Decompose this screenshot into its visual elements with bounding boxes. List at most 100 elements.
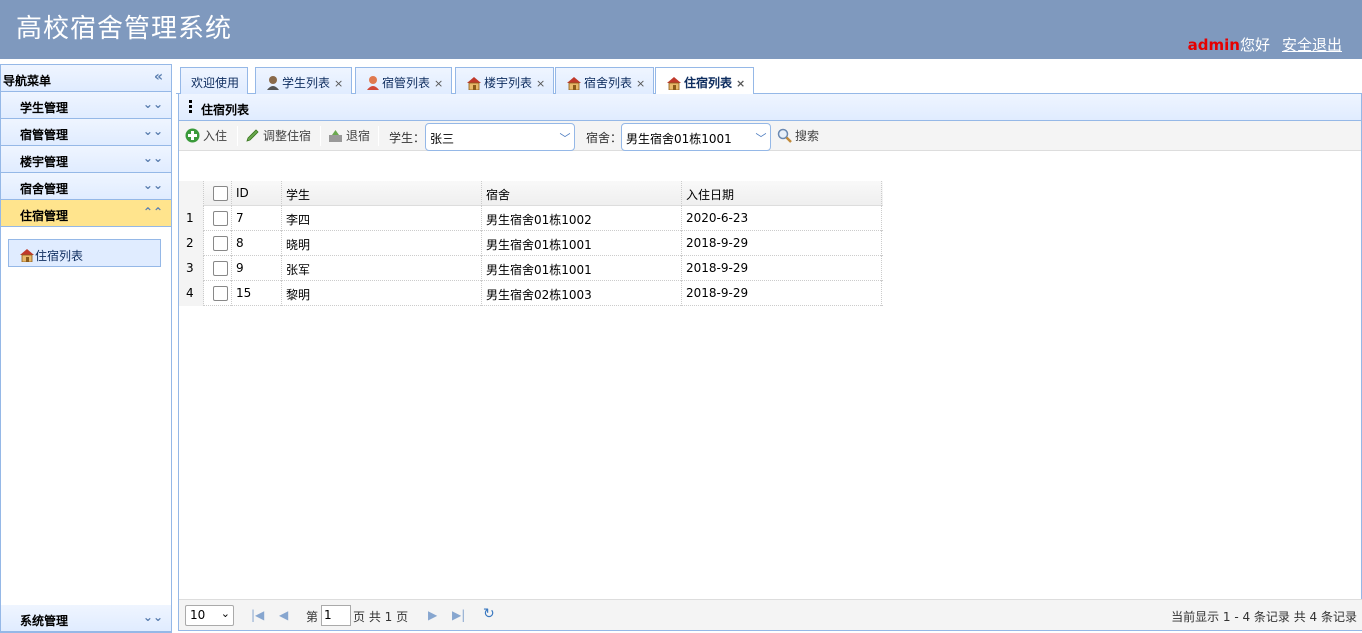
sidebar-item-label: 宿管管理 bbox=[20, 128, 69, 142]
sidebar-item-label: 系统管理 bbox=[20, 614, 69, 628]
page-prefix: 第 bbox=[306, 610, 319, 624]
checkin-button[interactable]: 入住 bbox=[185, 127, 227, 144]
sidebar-item-dorm[interactable]: 宿舍管理 ⌄⌄ bbox=[1, 173, 171, 200]
search-icon bbox=[777, 128, 795, 143]
refresh-icon[interactable]: ↻ bbox=[483, 606, 495, 622]
cell-date: 2018-9-29 bbox=[682, 256, 882, 281]
house-icon bbox=[666, 76, 684, 91]
app-header: 高校宿舍管理系统 admin您好 安全退出 bbox=[0, 0, 1362, 59]
adjust-label: 调整住宿 bbox=[263, 129, 312, 143]
double-chevron-down-icon[interactable]: ⌄⌄ bbox=[143, 178, 163, 192]
cell-id: 8 bbox=[232, 231, 282, 256]
tab-welcome[interactable]: 欢迎使用 bbox=[180, 67, 249, 94]
user-name: admin bbox=[1187, 36, 1240, 54]
sidebar-item-system[interactable]: 系统管理 ⌄⌄ bbox=[1, 605, 171, 632]
prev-page-icon[interactable]: ◀ bbox=[279, 608, 288, 622]
sidebar-header: 导航菜单 « bbox=[1, 65, 171, 92]
tab-label: 楼宇列表 bbox=[484, 76, 533, 90]
row-checkbox[interactable] bbox=[213, 211, 228, 226]
cell-dorm: 男生宿舍01栋1001 bbox=[482, 231, 682, 256]
row-select-cell bbox=[204, 256, 232, 281]
column-header-student[interactable]: 学生 bbox=[282, 181, 482, 206]
chevron-down-icon[interactable]: ﹀ bbox=[556, 124, 574, 150]
double-chevron-left-icon[interactable]: « bbox=[154, 69, 163, 85]
first-page-icon[interactable]: |◀ bbox=[251, 608, 264, 622]
column-header-id[interactable]: ID bbox=[232, 181, 282, 206]
page-number-value: 1 bbox=[324, 608, 332, 622]
double-chevron-down-icon[interactable]: ⌄⌄ bbox=[143, 151, 163, 165]
sidebar-item-accommodation[interactable]: 住宿管理 ⌃⌃ bbox=[1, 200, 171, 227]
sidebar-item-dorm-manager[interactable]: 宿管管理 ⌄⌄ bbox=[1, 119, 171, 146]
table-row[interactable]: 4 15 黎明 男生宿舍02栋1003 2018-9-29 bbox=[179, 281, 883, 306]
close-icon[interactable]: × bbox=[434, 77, 443, 90]
search-label: 搜索 bbox=[795, 129, 820, 143]
cell-dorm: 男生宿舍01栋1002 bbox=[482, 206, 682, 231]
tab-manager-list[interactable]: 宿管列表 × bbox=[355, 67, 453, 94]
cell-student: 李四 bbox=[282, 206, 482, 231]
grid-header-row: ID 学生 宿舍 入住日期 bbox=[179, 181, 883, 206]
cell-id: 15 bbox=[232, 281, 282, 306]
row-checkbox[interactable] bbox=[213, 236, 228, 251]
house-icon bbox=[466, 76, 484, 91]
cell-dorm: 男生宿舍02栋1003 bbox=[482, 281, 682, 306]
data-grid: ID 学生 宿舍 入住日期 1 7 李四 男生宿舍01栋1002 2020-6-… bbox=[179, 181, 883, 306]
page-number-input[interactable]: 1 bbox=[321, 605, 351, 626]
student-combobox[interactable]: 张三 ﹀ bbox=[425, 123, 575, 151]
page-size-select[interactable]: 10 ⌄ bbox=[185, 605, 234, 626]
double-chevron-down-icon[interactable]: ⌄⌄ bbox=[143, 610, 163, 624]
adjust-button[interactable]: 调整住宿 bbox=[245, 127, 311, 144]
house-icon bbox=[19, 248, 35, 265]
sidebar-item-student[interactable]: 学生管理 ⌄⌄ bbox=[1, 92, 171, 119]
panel-title-bar: 住宿列表 bbox=[179, 94, 1361, 121]
tab-label: 学生列表 bbox=[282, 76, 331, 90]
table-row[interactable]: 3 9 张军 男生宿舍01栋1001 2018-9-29 bbox=[179, 256, 883, 281]
row-select-cell bbox=[204, 206, 232, 231]
tab-accommodation-list[interactable]: 住宿列表 × bbox=[655, 67, 755, 95]
table-row[interactable]: 1 7 李四 男生宿舍01栋1002 2020-6-23 bbox=[179, 206, 883, 231]
row-number: 2 bbox=[179, 231, 204, 256]
row-checkbox[interactable] bbox=[213, 261, 228, 276]
sidebar-subitem-accommodation-list[interactable]: 住宿列表 bbox=[8, 239, 161, 267]
cell-student: 晓明 bbox=[282, 231, 482, 256]
column-header-date[interactable]: 入住日期 bbox=[682, 181, 882, 206]
row-number: 4 bbox=[179, 281, 204, 306]
column-header-dorm[interactable]: 宿舍 bbox=[482, 181, 682, 206]
logout-link[interactable]: 安全退出 bbox=[1282, 36, 1342, 54]
tab-label: 住宿列表 bbox=[684, 76, 733, 90]
sidebar-title: 导航菜单 bbox=[3, 74, 52, 88]
row-select-cell bbox=[204, 281, 232, 306]
last-page-icon[interactable]: ▶| bbox=[452, 608, 465, 622]
cell-date: 2018-9-29 bbox=[682, 231, 882, 256]
search-button[interactable]: 搜索 bbox=[777, 127, 819, 144]
close-icon[interactable]: × bbox=[334, 77, 343, 90]
page-suffix: 页 共 1 页 bbox=[353, 610, 409, 624]
close-icon[interactable]: × bbox=[636, 77, 645, 90]
row-checkbox[interactable] bbox=[213, 286, 228, 301]
table-row[interactable]: 2 8 晓明 男生宿舍01栋1001 2018-9-29 bbox=[179, 231, 883, 256]
checkin-label: 入住 bbox=[203, 129, 228, 143]
select-all-checkbox[interactable] bbox=[213, 186, 228, 201]
person-icon bbox=[266, 76, 282, 90]
row-number: 1 bbox=[179, 206, 204, 231]
checkout-button[interactable]: 退宿 bbox=[328, 127, 370, 144]
next-page-icon[interactable]: ▶ bbox=[428, 608, 437, 622]
close-icon[interactable]: × bbox=[736, 77, 745, 90]
tab-building-list[interactable]: 楼宇列表 × bbox=[455, 67, 555, 94]
close-icon[interactable]: × bbox=[536, 77, 545, 90]
chevron-down-icon[interactable]: ﹀ bbox=[752, 124, 770, 150]
rownum-header bbox=[179, 181, 204, 206]
dorm-combobox[interactable]: 男生宿舍01栋1001 ﹀ bbox=[621, 123, 771, 151]
tab-label: 宿舍列表 bbox=[584, 76, 633, 90]
sidebar: 导航菜单 « 学生管理 ⌄⌄ 宿管管理 ⌄⌄ 楼宇管理 ⌄⌄ 宿舍管理 ⌄⌄ 住… bbox=[0, 64, 172, 633]
sidebar-item-label: 楼宇管理 bbox=[20, 155, 69, 169]
double-chevron-down-icon[interactable]: ⌄⌄ bbox=[143, 97, 163, 111]
sidebar-item-label: 住宿管理 bbox=[20, 209, 69, 223]
double-chevron-up-icon[interactable]: ⌃⌃ bbox=[143, 205, 163, 219]
double-chevron-down-icon[interactable]: ⌄⌄ bbox=[143, 124, 163, 138]
dorm-combobox-value: 男生宿舍01栋1001 bbox=[626, 132, 732, 146]
sidebar-item-building[interactable]: 楼宇管理 ⌄⌄ bbox=[1, 146, 171, 173]
tab-student-list[interactable]: 学生列表 × bbox=[255, 67, 353, 94]
row-select-cell bbox=[204, 231, 232, 256]
house-icon bbox=[566, 76, 584, 91]
tab-dorm-list[interactable]: 宿舍列表 × bbox=[555, 67, 655, 94]
